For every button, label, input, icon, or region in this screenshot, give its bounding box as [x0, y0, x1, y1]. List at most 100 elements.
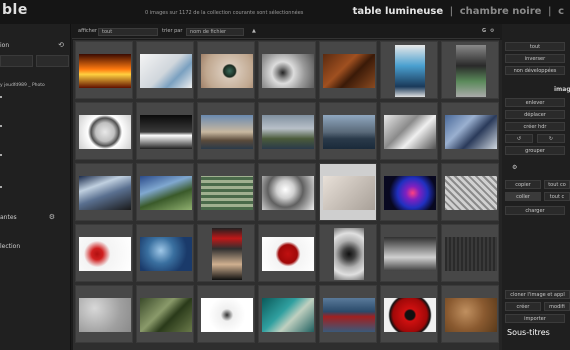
- thumbnail-cell[interactable]: [75, 163, 133, 221]
- thumbnail-cell[interactable]: [380, 285, 438, 343]
- list-bullet: [0, 154, 2, 156]
- view-darkroom[interactable]: chambre noire: [460, 6, 542, 17]
- gear-icon[interactable]: ⚙: [512, 164, 517, 171]
- view-next[interactable]: c: [558, 6, 564, 17]
- collection-combo-2[interactable]: [36, 55, 69, 67]
- thumbnail-cell[interactable]: [319, 163, 377, 221]
- reset-icon[interactable]: ⟲: [58, 41, 64, 49]
- selection-status: 0 images sur 1172 de la collection coura…: [145, 10, 304, 16]
- thumbnail-image: [79, 115, 131, 149]
- list-bullet: [0, 125, 2, 127]
- thumbnail-cell[interactable]: [441, 224, 499, 282]
- sort-order-icon[interactable]: ▲: [252, 28, 256, 34]
- thumbnail-image: [79, 298, 131, 332]
- trier-label: trier par: [162, 28, 183, 34]
- thumbnail-cell[interactable]: [75, 41, 133, 99]
- view-lighttable[interactable]: table lumineuse: [353, 6, 444, 17]
- thumbnail-image: [323, 176, 375, 210]
- thumbnail-image: [140, 54, 192, 88]
- thumbnail-cell[interactable]: [136, 224, 194, 282]
- create-button[interactable]: créer: [505, 302, 541, 311]
- thumbnail-image: [262, 115, 314, 149]
- thumbnail-cell[interactable]: [258, 285, 316, 343]
- thumbnail-cell[interactable]: [75, 285, 133, 343]
- settings-icon[interactable]: ⚙: [49, 213, 55, 221]
- modify-button[interactable]: modifi: [544, 302, 570, 311]
- thumbnail-cell[interactable]: [380, 102, 438, 160]
- preferences-icon[interactable]: ⚙: [490, 28, 494, 34]
- grouping-button[interactable]: G: [482, 28, 486, 34]
- collection-path[interactable]: y jeudfd989 _ Photo: [0, 83, 45, 88]
- thumbnail-cell[interactable]: [380, 163, 438, 221]
- thumbnail-cell[interactable]: [197, 285, 255, 343]
- remove-button[interactable]: enlever: [505, 98, 565, 107]
- thumbnail-image: [79, 54, 131, 88]
- thumbnail-image: [79, 176, 131, 210]
- group-button[interactable]: grouper: [505, 146, 565, 155]
- thumbnail-cell[interactable]: [380, 41, 438, 99]
- thumbnail-image: [262, 54, 314, 88]
- rotate-right-button[interactable]: ↻: [537, 134, 565, 143]
- select-all-button[interactable]: tout: [505, 42, 565, 51]
- thumbnail-cell[interactable]: [75, 224, 133, 282]
- thumbnail-image: [201, 54, 253, 88]
- thumbnail-cell[interactable]: [258, 41, 316, 99]
- clone-apply-button[interactable]: cloner l'image et appl: [505, 290, 570, 299]
- create-hdr-button[interactable]: créer hdr: [505, 122, 565, 131]
- thumbnail-cell[interactable]: [197, 41, 255, 99]
- thumbnail-cell[interactable]: [258, 224, 316, 282]
- thumbnail-image: [445, 298, 497, 332]
- move-button[interactable]: déplacer: [505, 110, 565, 119]
- thumbnail-cell[interactable]: [258, 102, 316, 160]
- thumbnail-cell[interactable]: [441, 163, 499, 221]
- thumbnail-image: [323, 298, 375, 332]
- right-panel: tout inverser non développées imag enlev…: [502, 24, 570, 350]
- invert-selection-button[interactable]: inverser: [505, 54, 565, 63]
- view-separator: |: [449, 6, 454, 17]
- thumbnail-image: [262, 237, 314, 271]
- thumbnail-cell[interactable]: [319, 285, 377, 343]
- copy-all-button[interactable]: tout co: [544, 180, 570, 189]
- thumbnail-cell[interactable]: [197, 163, 255, 221]
- top-bar: ble 0 images sur 1172 de la collection c…: [0, 0, 570, 24]
- thumbnail-cell[interactable]: [319, 41, 377, 99]
- thumbnail-cell[interactable]: [441, 285, 499, 343]
- thumbnail-cell[interactable]: [258, 163, 316, 221]
- thumbnail-cell[interactable]: [197, 102, 255, 160]
- thumbnail-cell[interactable]: [319, 102, 377, 160]
- load-button[interactable]: charger: [505, 206, 565, 215]
- thumbnail-image: [323, 54, 375, 88]
- collection2-title: lection: [0, 243, 21, 250]
- afficher-select[interactable]: tout: [98, 28, 158, 36]
- thumbnail-image: [334, 228, 364, 280]
- thumbnail-image: [445, 237, 497, 271]
- rotate-left-button[interactable]: ↺: [505, 134, 533, 143]
- thumbnail-cell[interactable]: [136, 41, 194, 99]
- paste-all-button[interactable]: tout c: [544, 192, 570, 201]
- collection-combo-1[interactable]: [0, 55, 33, 67]
- select-undeveloped-button[interactable]: non développées: [505, 66, 565, 75]
- copy-button[interactable]: copier: [505, 180, 541, 189]
- thumbnail-cell[interactable]: [136, 102, 194, 160]
- thumbnail-cell[interactable]: [319, 224, 377, 282]
- thumbnail-image: [323, 115, 375, 149]
- thumbnail-image: [201, 298, 253, 332]
- thumbnail-image: [395, 45, 425, 97]
- thumbnail-cell[interactable]: [197, 224, 255, 282]
- paste-button[interactable]: coller: [505, 192, 541, 201]
- thumbnail-cell[interactable]: [136, 285, 194, 343]
- thumbnail-cell[interactable]: [75, 102, 133, 160]
- thumbnail-image: [140, 115, 192, 149]
- thumbnail-cell[interactable]: [441, 102, 499, 160]
- thumbnail-image: [384, 115, 436, 149]
- afficher-label: afficher: [78, 28, 97, 34]
- thumbnail-cell[interactable]: [136, 163, 194, 221]
- sort-select[interactable]: nom de fichier: [186, 28, 244, 36]
- thumbnail-image: [456, 45, 486, 97]
- import-button[interactable]: importer: [505, 314, 565, 323]
- thumbnail-cell[interactable]: [380, 224, 438, 282]
- thumbnail-image: [79, 237, 131, 271]
- thumbnail-cell[interactable]: [441, 41, 499, 99]
- thumbnail-image: [384, 237, 436, 271]
- list-bullet: [0, 96, 2, 98]
